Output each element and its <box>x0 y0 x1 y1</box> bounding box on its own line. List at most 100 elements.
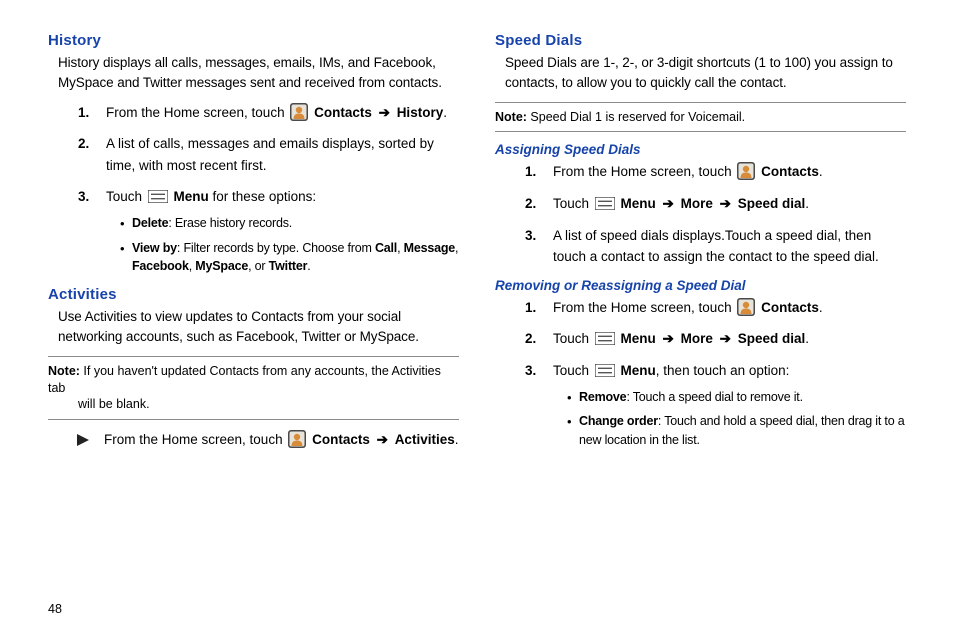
text-fragment: Touch <box>553 363 593 378</box>
remove-options: Remove: Touch a speed dial to remove it.… <box>567 388 906 450</box>
speed-dial-label: Speed dial <box>738 331 806 346</box>
note-label: Note: <box>48 364 83 378</box>
text-fragment: , or <box>248 259 269 273</box>
arrow-icon: ➔ <box>713 196 738 211</box>
menu-icon <box>595 330 615 343</box>
history-step-1: From the Home screen, touch Contacts ➔ H… <box>88 102 459 124</box>
text-fragment: . <box>307 259 310 273</box>
removing-heading: Removing or Reassigning a Speed Dial <box>495 278 906 293</box>
assign-step-3: A list of speed dials displays.Touch a s… <box>535 225 906 268</box>
option-delete: Delete: Erase history records. <box>120 214 459 233</box>
text-fragment: . <box>819 300 823 315</box>
left-column: History History displays all calls, mess… <box>48 32 459 460</box>
filter-message: Message <box>404 241 455 255</box>
history-options: Delete: Erase history records. View by: … <box>120 214 459 276</box>
more-label: More <box>681 331 713 346</box>
activities-note: Note: If you haven't updated Contacts fr… <box>48 356 459 421</box>
text-fragment: Touch <box>553 196 593 211</box>
text-fragment: . <box>443 105 447 120</box>
contacts-icon <box>288 430 306 448</box>
speed-dials-intro: Speed Dials are 1-, 2-, or 3-digit short… <box>505 53 906 94</box>
contacts-icon <box>290 103 308 121</box>
text-fragment: , <box>455 241 458 255</box>
assigning-heading: Assigning Speed Dials <box>495 142 906 157</box>
play-icon <box>76 433 90 447</box>
contacts-label: Contacts <box>761 300 819 315</box>
assigning-steps: From the Home screen, touch Contacts. To… <box>535 161 906 267</box>
page-number: 48 <box>48 602 62 616</box>
note-text: Note: Speed Dial 1 is reserved for Voice… <box>495 109 906 126</box>
arrow-icon: ➔ <box>656 196 681 211</box>
option-label: View by <box>132 241 177 255</box>
right-column: Speed Dials Speed Dials are 1-, 2-, or 3… <box>495 32 906 460</box>
menu-label: Menu <box>621 331 656 346</box>
activities-label: Activities <box>395 432 455 447</box>
option-desc: : Erase history records. <box>168 216 292 230</box>
text-fragment: From the Home screen, touch <box>104 432 286 447</box>
speed-note: Note: Speed Dial 1 is reserved for Voice… <box>495 102 906 133</box>
text-fragment: . <box>455 432 459 447</box>
text-fragment: for these options: <box>209 189 316 204</box>
note-body: If you haven't updated Contacts from any… <box>48 364 459 414</box>
filter-call: Call <box>375 241 397 255</box>
text-fragment: . <box>805 196 809 211</box>
page-columns: History History displays all calls, mess… <box>48 32 906 460</box>
history-heading: History <box>48 32 459 49</box>
arrow-icon: ➔ <box>372 105 397 120</box>
speed-dial-label: Speed dial <box>738 196 806 211</box>
text-fragment: Touch <box>106 189 146 204</box>
contacts-label: Contacts <box>312 432 370 447</box>
removing-steps: From the Home screen, touch Contacts. To… <box>535 297 906 450</box>
speed-dials-heading: Speed Dials <box>495 32 906 49</box>
option-change-order: Change order: Touch and hold a speed dia… <box>567 412 906 450</box>
assign-step-1: From the Home screen, touch Contacts. <box>535 161 906 183</box>
contacts-label: Contacts <box>761 164 819 179</box>
option-label: Change order <box>579 414 658 428</box>
history-label: History <box>397 105 444 120</box>
option-remove: Remove: Touch a speed dial to remove it. <box>567 388 906 407</box>
menu-label: Menu <box>621 363 656 378</box>
menu-icon <box>595 195 615 208</box>
text-fragment: . <box>819 164 823 179</box>
filter-myspace: MySpace <box>195 259 248 273</box>
remove-step-2: Touch Menu ➔ More ➔ Speed dial. <box>535 328 906 350</box>
note-body: Speed Dial 1 is reserved for Voicemail. <box>530 110 745 124</box>
text-fragment: From the Home screen, touch <box>106 105 288 120</box>
history-steps: From the Home screen, touch Contacts ➔ H… <box>88 102 459 277</box>
activities-intro: Use Activities to view updates to Contac… <box>58 307 459 348</box>
menu-label: Menu <box>174 189 209 204</box>
text-fragment: : Filter records by type. Choose from <box>177 241 375 255</box>
menu-icon <box>148 188 168 201</box>
remove-step-1: From the Home screen, touch Contacts. <box>535 297 906 319</box>
arrow-icon: ➔ <box>656 331 681 346</box>
arrow-icon: ➔ <box>370 432 395 447</box>
text-fragment: From the Home screen, touch <box>553 164 735 179</box>
text-fragment: , then touch an option: <box>656 363 790 378</box>
filter-facebook: Facebook <box>132 259 189 273</box>
text-fragment: . <box>805 331 809 346</box>
note-text: Note: If you haven't updated Contacts fr… <box>48 363 459 414</box>
contacts-icon <box>737 162 755 180</box>
more-label: More <box>681 196 713 211</box>
history-step-3: Touch Menu for these options: Delete: Er… <box>88 186 459 276</box>
menu-icon <box>595 362 615 375</box>
contacts-label: Contacts <box>314 105 372 120</box>
history-intro: History displays all calls, messages, em… <box>58 53 459 94</box>
note-label: Note: <box>495 110 530 124</box>
menu-label: Menu <box>621 196 656 211</box>
assign-step-2: Touch Menu ➔ More ➔ Speed dial. <box>535 193 906 215</box>
filter-twitter: Twitter <box>269 259 308 273</box>
contacts-icon <box>737 298 755 316</box>
option-label: Delete <box>132 216 168 230</box>
arrow-icon: ➔ <box>713 331 738 346</box>
history-step-2: A list of calls, messages and emails dis… <box>88 133 459 176</box>
text-fragment: Touch <box>553 331 593 346</box>
option-viewby: View by: Filter records by type. Choose … <box>120 239 459 277</box>
remove-step-3: Touch Menu, then touch an option: Remove… <box>535 360 906 450</box>
activities-heading: Activities <box>48 286 459 303</box>
activities-instruction: From the Home screen, touch Contacts ➔ A… <box>76 430 459 450</box>
instruction-text: From the Home screen, touch Contacts ➔ A… <box>104 430 458 450</box>
option-desc: : Touch a speed dial to remove it. <box>626 390 802 404</box>
option-label: Remove <box>579 390 626 404</box>
text-fragment: From the Home screen, touch <box>553 300 735 315</box>
